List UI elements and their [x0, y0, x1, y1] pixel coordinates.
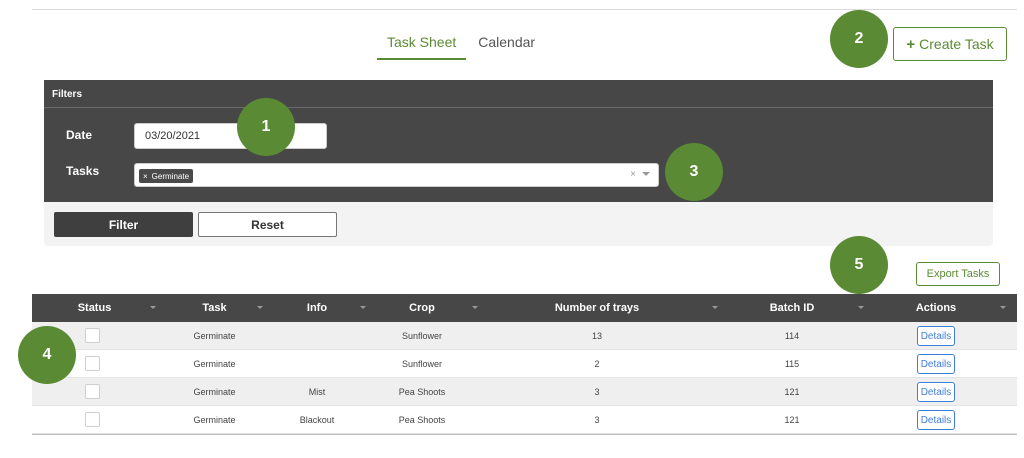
table-row: Germinate Mist Pea Shoots 3 121 Details — [32, 378, 1017, 406]
view-tabs: Task Sheet Calendar — [377, 34, 535, 60]
col-batch-id[interactable]: Batch ID — [752, 294, 832, 322]
col-actions: Actions — [915, 302, 957, 314]
status-checkbox[interactable] — [85, 384, 100, 399]
col-task[interactable]: Task — [182, 294, 247, 322]
filter-button[interactable]: Filter — [54, 212, 193, 237]
cell-info — [287, 322, 347, 350]
col-number-of-trays[interactable]: Number of trays — [522, 294, 672, 322]
callout-badge-4: 4 — [18, 326, 76, 384]
sort-icon[interactable] — [1000, 306, 1006, 309]
sort-icon[interactable] — [472, 306, 478, 309]
tab-task-sheet[interactable]: Task Sheet — [377, 34, 467, 60]
cell-info: Blackout — [299, 415, 335, 425]
tab-calendar[interactable]: Calendar — [478, 34, 535, 60]
chip-label: Germinate — [151, 171, 190, 181]
export-tasks-button[interactable]: Export Tasks — [916, 262, 1000, 286]
cell-trays: 3 — [594, 415, 600, 425]
details-button[interactable]: Details — [917, 410, 955, 430]
chevron-down-icon[interactable] — [642, 172, 650, 176]
col-crop[interactable]: Crop — [387, 294, 457, 322]
plus-icon: + — [906, 35, 916, 53]
details-button[interactable]: Details — [917, 354, 955, 374]
status-checkbox[interactable] — [85, 356, 100, 371]
filters-header: Filters — [44, 80, 993, 108]
sort-icon[interactable] — [257, 306, 263, 309]
col-status[interactable]: Status — [62, 294, 127, 322]
cell-batch: 121 — [784, 387, 800, 397]
cell-trays: 13 — [591, 331, 602, 341]
filters-panel: Filters Date 03/20/2021 Tasks × Germinat… — [44, 80, 993, 246]
cell-task: Germinate — [193, 331, 236, 341]
cell-task: Germinate — [193, 387, 236, 397]
cell-batch: 121 — [784, 415, 800, 425]
create-task-button[interactable]: + Create Task — [893, 27, 1007, 61]
cell-crop: Pea Shoots — [398, 415, 446, 425]
details-button[interactable]: Details — [917, 326, 955, 346]
top-divider — [32, 9, 1017, 10]
clear-tasks-icon[interactable]: × — [630, 169, 636, 180]
details-button[interactable]: Details — [917, 382, 955, 402]
cell-trays: 3 — [594, 387, 600, 397]
cell-crop: Sunflower — [401, 331, 443, 341]
tasks-label: Tasks — [66, 164, 100, 178]
callout-badge-2: 2 — [830, 10, 888, 68]
sort-icon[interactable] — [712, 306, 718, 309]
sort-icon[interactable] — [858, 306, 864, 309]
tasks-table: Status Task Info Crop Number of trays Ba… — [32, 294, 1017, 435]
cell-info — [287, 350, 347, 378]
sort-icon[interactable] — [150, 306, 156, 309]
callout-badge-5: 5 — [830, 236, 888, 294]
callout-badge-3: 3 — [665, 143, 723, 201]
date-label: Date — [66, 128, 93, 142]
cell-trays: 2 — [594, 359, 600, 369]
cell-batch: 115 — [784, 359, 800, 369]
cell-crop: Sunflower — [401, 359, 443, 369]
table-row: Germinate Blackout Pea Shoots 3 121 Deta… — [32, 406, 1017, 434]
table-header: Status Task Info Crop Number of trays Ba… — [32, 294, 1017, 322]
table-row: Germinate Sunflower 2 115 Details — [32, 350, 1017, 378]
cell-info: Mist — [308, 387, 326, 397]
table-bottom-border — [32, 434, 1017, 435]
status-checkbox[interactable] — [85, 412, 100, 427]
cell-batch: 114 — [784, 331, 800, 341]
date-input[interactable]: 03/20/2021 — [134, 123, 327, 149]
col-info[interactable]: Info — [287, 294, 347, 322]
reset-button[interactable]: Reset — [198, 212, 337, 237]
create-task-label: Create Task — [919, 36, 994, 52]
task-chip-germinate[interactable]: × Germinate — [139, 169, 194, 183]
cell-task: Germinate — [193, 415, 236, 425]
callout-badge-1: 1 — [237, 98, 295, 156]
cell-task: Germinate — [193, 359, 236, 369]
tasks-select[interactable]: × Germinate × — [134, 163, 659, 187]
filters-dark-area: Filters Date 03/20/2021 Tasks × Germinat… — [44, 80, 993, 202]
sort-icon[interactable] — [360, 306, 366, 309]
table-row: Germinate Sunflower 13 114 Details — [32, 322, 1017, 350]
chip-remove-icon[interactable]: × — [143, 172, 148, 181]
status-checkbox[interactable] — [85, 328, 100, 343]
cell-crop: Pea Shoots — [398, 387, 446, 397]
